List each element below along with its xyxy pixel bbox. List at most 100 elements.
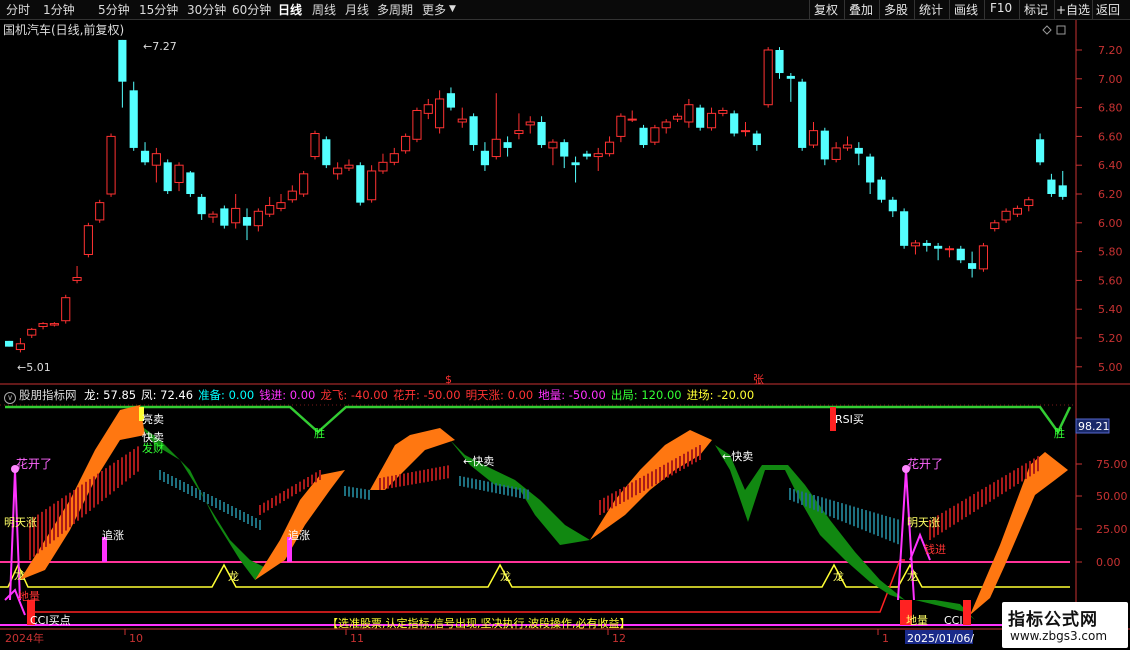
add-watchlist-button[interactable]: +自选	[1056, 1, 1090, 18]
qianjin-label: 钱进	[924, 542, 946, 556]
svg-text:2024年: 2024年	[5, 631, 44, 645]
candle	[956, 245, 965, 264]
cci-label: CCI	[944, 614, 963, 627]
huakai-label: 花开了	[16, 456, 52, 471]
candle	[740, 122, 751, 137]
svg-text:10: 10	[129, 632, 143, 645]
period-tab-multi[interactable]: 多周期	[377, 1, 413, 18]
period-tab-15min[interactable]: 15分钟	[139, 1, 178, 18]
kline-chart[interactable]: 7.20 7.00 6.80 6.60 6.40 6.20 6.00 5.80 5.60 5.40…	[0, 20, 1130, 650]
candle	[820, 127, 829, 166]
f10-button[interactable]: F10	[990, 1, 1012, 15]
fuquan-button[interactable]: 复权	[814, 1, 838, 18]
period-tab-5min[interactable]: 5分钟	[98, 1, 130, 18]
candle	[696, 104, 705, 131]
back-button[interactable]: 返回	[1096, 1, 1120, 18]
indicator-field: 地量: -50.00	[538, 388, 606, 402]
candle	[322, 136, 331, 169]
candle	[231, 194, 241, 229]
indicator-field: 花开: -50.00	[392, 388, 461, 402]
low-price-label: ←5.01	[17, 361, 51, 374]
diliang-label: 地量	[18, 590, 40, 603]
candle	[220, 205, 229, 229]
candle	[639, 124, 648, 148]
period-tab-1min[interactable]: 1分钟	[43, 1, 75, 18]
price-tick-label: 7.00	[1098, 73, 1123, 86]
biaoji-button[interactable]: 标记	[1024, 1, 1048, 18]
price-axis: 7.20 7.00 6.80 6.60 6.40 6.20 6.00 5.80 5.60 5.40…	[1076, 44, 1123, 374]
candle	[27, 327, 37, 338]
toolbar-divider	[1054, 0, 1055, 19]
candle	[106, 133, 116, 197]
candle	[1058, 170, 1067, 200]
candle	[491, 93, 501, 160]
candle	[503, 136, 512, 157]
candle	[197, 194, 206, 220]
collapse-icon[interactable]: ∨	[4, 392, 16, 404]
period-tab-30min[interactable]: 30分钟	[187, 1, 226, 18]
candle	[910, 240, 921, 255]
price-tick-label: 5.40	[1098, 303, 1123, 316]
candle	[978, 242, 989, 272]
candle	[968, 251, 977, 278]
candle	[718, 107, 728, 117]
candle	[661, 119, 671, 134]
candle	[763, 47, 773, 108]
svg-text:1: 1	[882, 632, 889, 645]
price-tick-label: 6.60	[1098, 130, 1123, 143]
candle	[571, 156, 580, 183]
candle	[775, 47, 784, 79]
mingtianzhang-label: 明天涨	[4, 516, 37, 529]
candle	[786, 73, 795, 102]
candle	[798, 78, 807, 151]
chevron-down-icon[interactable]: ▼	[449, 4, 456, 14]
toolbar-divider	[914, 0, 915, 19]
candle	[356, 162, 365, 206]
candle	[299, 170, 309, 197]
candle	[38, 322, 48, 330]
price-tick-label: 7.20	[1098, 44, 1123, 57]
diejia-button[interactable]: 叠加	[849, 1, 873, 18]
candle	[265, 196, 275, 218]
tongji-button[interactable]: 统计	[919, 1, 943, 18]
indicator-name[interactable]: 股朋指标网	[19, 388, 77, 402]
candle	[900, 208, 909, 249]
mingtianzhang-label-2: 明天涨	[907, 516, 940, 529]
indicator-field: 钱进: 0.00	[259, 388, 316, 402]
indicator-field: 准备: 0.00	[198, 388, 255, 402]
diliang-label-2: 地量	[906, 614, 928, 627]
period-tab-monthly[interactable]: 月线	[345, 1, 369, 18]
duogu-button[interactable]: 多股	[884, 1, 908, 18]
longfei-line	[35, 559, 905, 613]
period-tab-weekly[interactable]: 周线	[312, 1, 336, 18]
candle	[412, 107, 422, 143]
candle	[650, 124, 660, 146]
period-tab-daily[interactable]: 日线	[278, 1, 302, 18]
candle	[15, 338, 25, 353]
maximize-icon[interactable]	[1056, 25, 1066, 35]
period-tab-60min[interactable]: 60分钟	[232, 1, 271, 18]
dollar-marker: $	[445, 373, 452, 386]
toolbar-divider	[1092, 0, 1093, 19]
zhuizhang-label: 追涨	[102, 528, 124, 542]
candle	[1047, 173, 1056, 197]
candle	[877, 176, 886, 203]
candle	[446, 87, 456, 111]
candle	[866, 153, 875, 194]
price-tick-label: 5.80	[1098, 246, 1123, 259]
cci-bar-3	[963, 600, 971, 625]
huaxian-button[interactable]: 画线	[954, 1, 978, 18]
price-tick-label: 6.20	[1098, 188, 1123, 201]
cursor-date-text: 2025/01/06/	[907, 632, 974, 645]
diamond-icon[interactable]	[1042, 25, 1052, 35]
huakai-label-2: 花开了	[907, 456, 943, 471]
candle	[367, 165, 377, 203]
period-tab-more[interactable]: 更多	[422, 1, 446, 18]
toolbar-divider	[809, 0, 810, 19]
candlestick-series	[5, 39, 1067, 353]
watermark-url: www.zbgs3.com	[1010, 629, 1108, 643]
indicator-axis: 75.00 50.00 25.00 0.00	[1076, 458, 1128, 569]
toolbar-divider	[1019, 0, 1020, 19]
candle	[378, 153, 388, 174]
period-tab-fenshi[interactable]: 分时	[6, 1, 30, 18]
